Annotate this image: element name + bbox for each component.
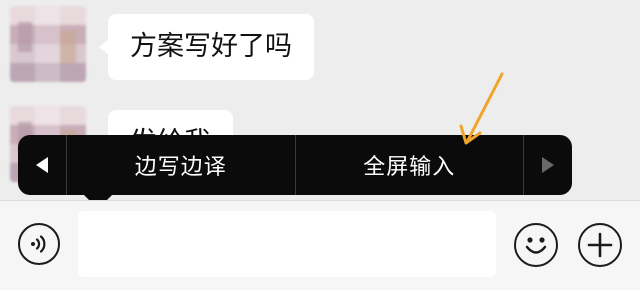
triangle-left-icon xyxy=(36,157,48,173)
menu-item-translate-while-typing[interactable]: 边写边译 xyxy=(67,135,295,195)
menu-item-fullscreen-input[interactable]: 全屏输入 xyxy=(294,135,524,195)
message-bubble[interactable]: 方案写好了吗 xyxy=(99,14,314,80)
chat-area: 方案写好了吗 发给我 边写边译 全屏输入 xyxy=(0,0,640,200)
triangle-right-icon xyxy=(542,157,554,173)
emoji-button[interactable] xyxy=(514,223,558,267)
voice-button[interactable] xyxy=(18,223,60,265)
context-menu: 边写边译 全屏输入 xyxy=(18,135,572,200)
contact-avatar[interactable] xyxy=(10,6,86,82)
menu-item-label: 边写边译 xyxy=(134,155,227,180)
menu-item-label: 全屏输入 xyxy=(363,155,456,180)
menu-prev-button[interactable] xyxy=(18,135,67,195)
menu-next-button[interactable] xyxy=(523,135,572,195)
emoji-icon xyxy=(525,237,547,254)
plus-icon xyxy=(587,232,613,258)
plus-button[interactable] xyxy=(578,223,622,267)
message-text: 方案写好了吗 xyxy=(130,31,292,62)
input-bar xyxy=(0,200,640,290)
message-input[interactable] xyxy=(78,211,496,277)
voice-icon xyxy=(31,235,46,253)
